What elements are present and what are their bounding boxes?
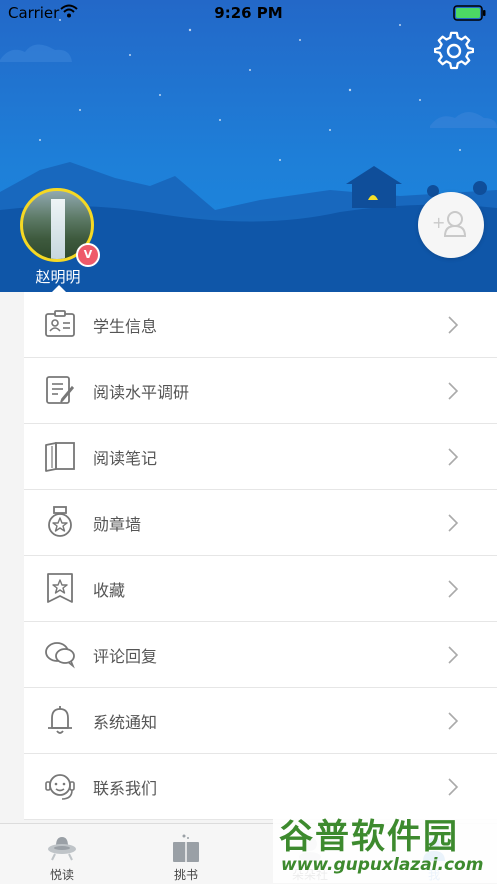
menu-item-label: 评论回复 xyxy=(93,647,158,666)
chevron-right-icon xyxy=(448,316,459,334)
watermark: 谷普软件园 www.gupuxlazai.com xyxy=(273,805,497,883)
watermark-title: 谷普软件园 xyxy=(279,817,459,857)
add-person-icon: + xyxy=(432,211,467,237)
tab-pick-books[interactable]: 挑书 xyxy=(124,824,248,884)
menu-item-label: 阅读笔记 xyxy=(93,449,158,468)
menu-item-label: 系统通知 xyxy=(93,713,158,732)
menu-item-label: 联系我们 xyxy=(93,779,158,798)
clock: 9:26 PM xyxy=(214,4,283,22)
id-card-icon xyxy=(45,310,75,337)
profile-menu: 学生信息 阅读水平调研 阅读笔记 勋章墙 收藏 评论回复 系统通知 联系我们 xyxy=(24,292,497,820)
status-bar: Carrier 9:26 PM xyxy=(0,0,497,26)
star-bookmark-icon xyxy=(47,573,73,603)
menu-item-system-notices[interactable]: 系统通知 xyxy=(24,688,497,754)
settings-gear-icon[interactable] xyxy=(434,31,474,71)
profile-header: V 赵明明 + xyxy=(0,0,497,292)
bell-icon xyxy=(48,706,72,734)
tab-label: 悦读 xyxy=(49,868,74,882)
survey-icon xyxy=(46,376,75,404)
menu-item-label: 收藏 xyxy=(93,581,126,600)
menu-item-student-info[interactable]: 学生信息 xyxy=(24,292,497,358)
vip-badge: V xyxy=(76,243,100,267)
chevron-right-icon xyxy=(448,778,459,796)
book-stack-icon xyxy=(173,834,199,862)
add-friend-button[interactable]: + xyxy=(418,192,484,258)
chevron-right-icon xyxy=(448,580,459,598)
avatar-pointer xyxy=(52,285,66,292)
menu-item-label: 阅读水平调研 xyxy=(93,383,190,402)
menu-item-label: 学生信息 xyxy=(93,317,158,336)
medal-icon xyxy=(48,506,72,537)
chat-bubbles-icon xyxy=(45,642,75,669)
ufo-icon xyxy=(48,837,76,861)
menu-item-comment-replies[interactable]: 评论回复 xyxy=(24,622,497,688)
menu-item-favorites[interactable]: 收藏 xyxy=(24,556,497,622)
tab-reading[interactable]: 悦读 xyxy=(0,824,124,884)
battery-icon xyxy=(453,5,486,21)
menu-item-label: 勋章墙 xyxy=(93,515,142,534)
svg-text:+: + xyxy=(432,213,445,232)
menu-item-reading-notes[interactable]: 阅读笔记 xyxy=(24,424,497,490)
menu-item-medal-wall[interactable]: 勋章墙 xyxy=(24,490,497,556)
tab-label: 挑书 xyxy=(173,868,198,882)
headset-icon xyxy=(45,774,75,800)
watermark-url: www.gupuxlazai.com xyxy=(281,855,484,875)
chevron-right-icon xyxy=(448,382,459,400)
username: 赵明明 xyxy=(35,268,81,286)
chevron-right-icon xyxy=(448,448,459,466)
chevron-right-icon xyxy=(448,514,459,532)
book-notes-icon xyxy=(45,442,75,472)
chevron-right-icon xyxy=(448,712,459,730)
chevron-right-icon xyxy=(448,646,459,664)
menu-item-reading-survey[interactable]: 阅读水平调研 xyxy=(24,358,497,424)
